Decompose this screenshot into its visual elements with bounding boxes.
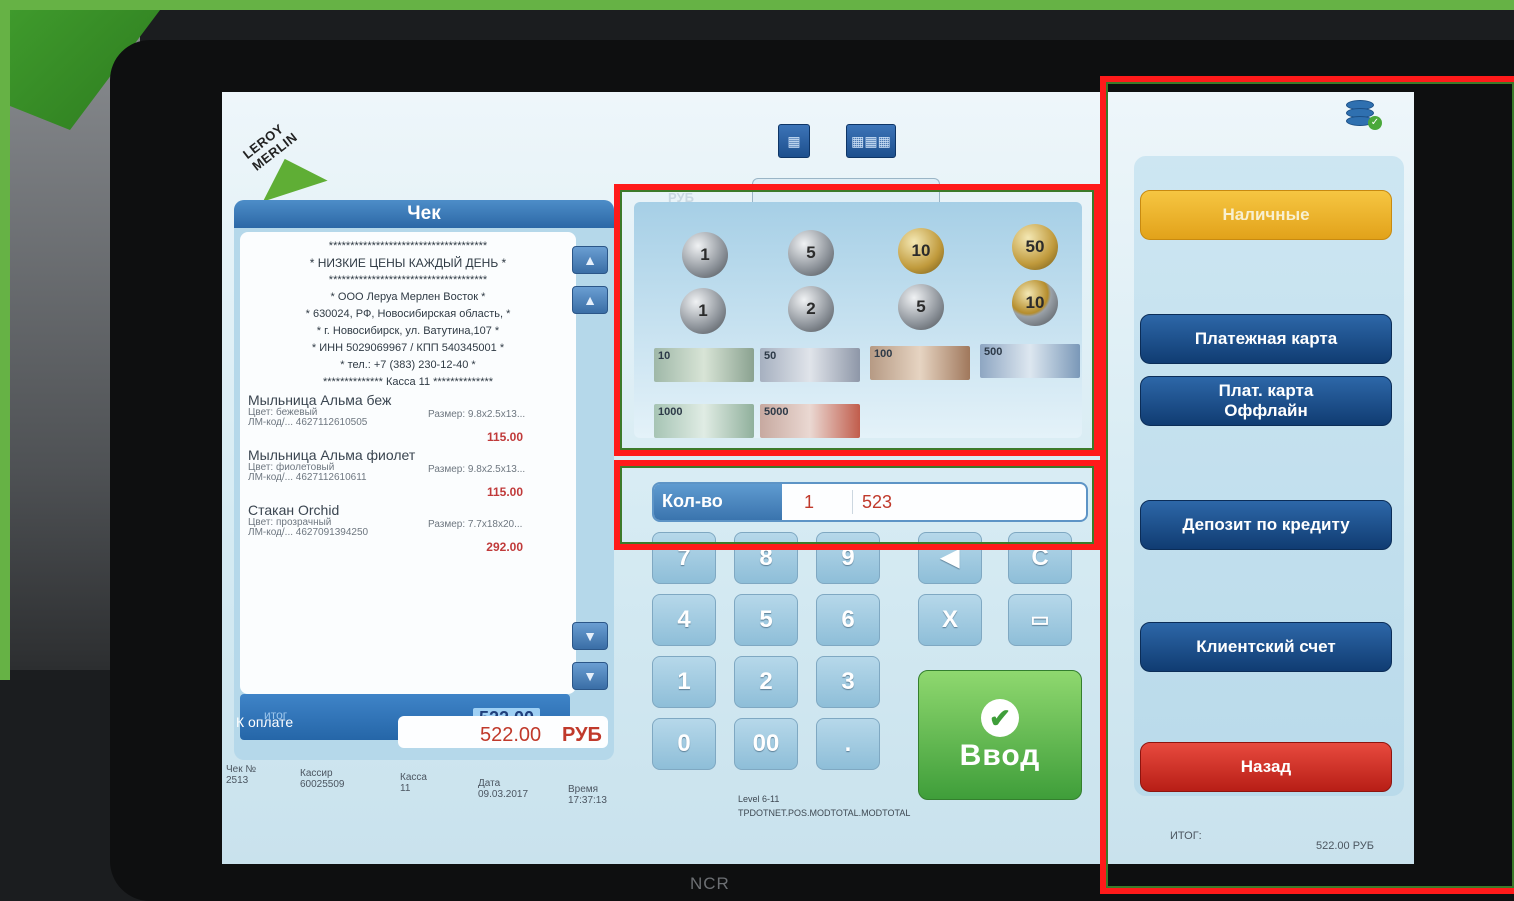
check-number: Чек № 2513 bbox=[226, 764, 256, 786]
module-info: Level 6-11 TPDOTNET.POS.MODTOTAL.MODTOTA… bbox=[738, 792, 910, 820]
to-pay-value: 522.00 bbox=[480, 724, 542, 746]
receipt-header-line: * НИЗКИЕ ЦЕНЫ КАЖДЫЙ ДЕНЬ * bbox=[309, 256, 507, 270]
receipt-header-line: * тел.: +7 (383) 230-12-40 * bbox=[340, 359, 476, 371]
cashier-label: Кассир bbox=[300, 768, 333, 779]
keypad-key-5[interactable]: 5 bbox=[734, 594, 798, 646]
time-value: 17:37:13 bbox=[568, 795, 607, 806]
keypad-key-2[interactable]: 2 bbox=[734, 656, 798, 708]
receipt-title: Чек bbox=[234, 200, 614, 228]
register: Касса 11 bbox=[400, 772, 427, 794]
receipt-header-line: ************************************* bbox=[328, 240, 488, 252]
level-text: Level 6-11 bbox=[738, 794, 780, 804]
item-price: 115.00 bbox=[486, 430, 523, 444]
item-sku: ЛМ-код/... 4627091394250 Размер: 7.7x18x2… bbox=[248, 520, 568, 538]
annotation-frame-denominations bbox=[614, 184, 1100, 456]
enter-button[interactable]: ✔ Ввод bbox=[918, 670, 1082, 800]
keypad-key-6[interactable]: 6 bbox=[816, 594, 880, 646]
item-sku-text: ЛМ-код/... 4627091394250 bbox=[248, 527, 369, 538]
item-size: Размер: 9.8x2.5x13... bbox=[428, 464, 526, 475]
scroll-bottom-button[interactable]: ▼ bbox=[572, 662, 608, 690]
date-value: 09.03.2017 bbox=[478, 789, 529, 800]
item-sku: ЛМ-код/... 4627112610505 Размер: 9.8x2.5x… bbox=[248, 410, 568, 428]
to-pay-label: К оплате bbox=[236, 714, 294, 730]
cashier: Кассир 60025509 bbox=[300, 768, 345, 790]
calculator-icon[interactable]: ▦ bbox=[778, 124, 810, 158]
receipt-header-line: * ИНН 5029069967 / КПП 540345001 * bbox=[311, 342, 505, 354]
receipt-header-line: * г. Новосибирск, ул. Ватутина,107 * bbox=[316, 325, 500, 337]
keypad-key-3[interactable]: 3 bbox=[816, 656, 880, 708]
receipt-header-line: * ООО Леруа Мерлен Восток * bbox=[330, 291, 486, 303]
receipt-body: ************************************* * … bbox=[240, 232, 576, 694]
module-text: TPDOTNET.POS.MODTOTAL.MODTOTAL bbox=[738, 808, 911, 818]
ncr-logo: NCR bbox=[690, 874, 730, 893]
register-label: Касса bbox=[400, 772, 427, 783]
item-name: Стакан Orchid bbox=[248, 502, 340, 518]
cashier-value: 60025509 bbox=[300, 779, 345, 790]
checkmark-icon: ✔ bbox=[981, 699, 1019, 737]
receipt-header-line: * 630024, РФ, Новосибирская область, * bbox=[305, 308, 511, 320]
item-sku-text: ЛМ-код/... 4627112610611 bbox=[248, 472, 367, 483]
keypad-key-4[interactable]: 4 bbox=[652, 594, 716, 646]
date-label: Дата bbox=[478, 778, 501, 789]
keypad-key-00[interactable]: 00 bbox=[734, 718, 798, 770]
check-number-label: Чек № bbox=[226, 764, 257, 775]
photo-top-border bbox=[0, 0, 1514, 10]
scroll-down-button[interactable]: ▼ bbox=[572, 622, 608, 650]
item-size: Размер: 9.8x2.5x13... bbox=[428, 409, 526, 420]
item-size: Размер: 7.7x18x20... bbox=[428, 519, 523, 530]
receipt-header-line: ************************************* bbox=[328, 274, 488, 286]
keypad-key-decimal[interactable]: . bbox=[816, 718, 880, 770]
multiply-button[interactable]: X bbox=[918, 594, 982, 646]
to-pay-currency: РУБ bbox=[562, 724, 602, 746]
receipt-item[interactable]: Стакан Orchid Цвет: прозрачный ЛМ-код/..… bbox=[248, 503, 568, 556]
receipt-panel: Чек ************************************… bbox=[234, 200, 614, 760]
receipt-header-line: ************** Касса 11 ************** bbox=[322, 376, 494, 388]
item-sku-text: ЛМ-код/... 4627112610505 bbox=[248, 417, 368, 428]
item-price: 115.00 bbox=[486, 485, 523, 499]
keypad-key-1[interactable]: 1 bbox=[652, 656, 716, 708]
item-name: Мыльница Альма фиолет bbox=[248, 447, 416, 463]
folder-icon[interactable]: ▭ bbox=[1008, 594, 1072, 646]
photo-left-border bbox=[0, 0, 10, 680]
register-value: 11 bbox=[400, 783, 411, 794]
item-sku: ЛМ-код/... 4627112610611 Размер: 9.8x2.5x… bbox=[248, 465, 568, 483]
receipt-item[interactable]: Мыльница Альма фиолет Цвет: фиолетовый Л… bbox=[248, 448, 568, 501]
item-price: 292.00 bbox=[486, 540, 523, 554]
item-name: Мыльница Альма беж bbox=[248, 392, 392, 408]
annotation-frame-payment bbox=[1100, 76, 1514, 894]
keyboard-icon[interactable]: ▦▦▦ bbox=[846, 124, 896, 158]
scroll-top-button[interactable]: ▲ bbox=[572, 246, 608, 274]
annotation-frame-quantity bbox=[614, 460, 1100, 550]
keypad-key-0[interactable]: 0 bbox=[652, 718, 716, 770]
check-number-value: 2513 bbox=[226, 775, 249, 786]
scroll-up-button[interactable]: ▲ bbox=[572, 286, 608, 314]
enter-label: Ввод bbox=[959, 739, 1041, 772]
date: Дата 09.03.2017 bbox=[478, 778, 528, 800]
receipt-item[interactable]: Мыльница Альма беж Цвет: бежевый ЛМ-код/… bbox=[248, 393, 568, 446]
time: Время 17:37:13 bbox=[568, 784, 607, 806]
time-label: Время bbox=[568, 784, 599, 795]
